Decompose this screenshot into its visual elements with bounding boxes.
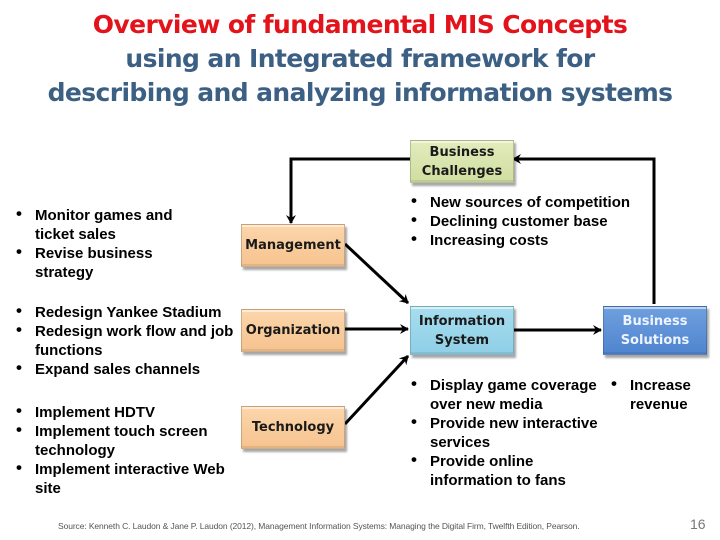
- arrow-challenges-to-management: [286, 157, 410, 224]
- list-item: Expand sales channels: [16, 358, 241, 379]
- list-item: Implement interactive Web site: [16, 458, 226, 498]
- list-item: New sources of competition: [411, 191, 661, 212]
- management-actions-list: Monitor games and ticket sales Revise bu…: [16, 204, 186, 282]
- organization-box: Organization: [241, 309, 345, 352]
- list-item: Revise business strategy: [16, 242, 186, 282]
- list-item: Declining customer base: [411, 210, 661, 231]
- business-challenges-box: Business Challenges: [410, 140, 514, 183]
- list-item: Implement HDTV: [16, 401, 226, 422]
- challenges-list: New sources of competition Declining cus…: [411, 191, 661, 250]
- technology-actions-list: Implement HDTV Implement touch screen te…: [16, 401, 226, 498]
- management-box: Management: [241, 224, 345, 267]
- list-item: Display game coverage over new media: [411, 374, 616, 414]
- list-item: Redesign Yankee Stadium: [16, 301, 241, 322]
- page-number: 16: [690, 516, 706, 532]
- information-system-list: Display game coverage over new media Pro…: [411, 374, 616, 490]
- arrow-technology-to-is: [343, 354, 410, 426]
- list-item: Redesign work flow and job functions: [16, 320, 241, 360]
- list-item: Monitor games and ticket sales: [16, 204, 186, 244]
- list-item: Increase revenue: [611, 374, 701, 414]
- technology-box: Technology: [241, 406, 345, 449]
- source-citation: Source: Kenneth C. Laudon & Jane P. Laud…: [58, 521, 580, 531]
- list-item: Implement touch screen technology: [16, 420, 226, 460]
- business-solutions-list: Increase revenue: [611, 374, 701, 414]
- information-system-box: Information System: [410, 306, 514, 355]
- list-item: Provide new interactive services: [411, 412, 616, 452]
- business-solutions-box: Business Solutions: [603, 306, 707, 355]
- organization-actions-list: Redesign Yankee Stadium Redesign work fl…: [16, 301, 241, 379]
- list-item: Provide online information to fans: [411, 450, 616, 490]
- list-item: Increasing costs: [411, 229, 661, 250]
- arrow-management-to-is: [343, 242, 410, 305]
